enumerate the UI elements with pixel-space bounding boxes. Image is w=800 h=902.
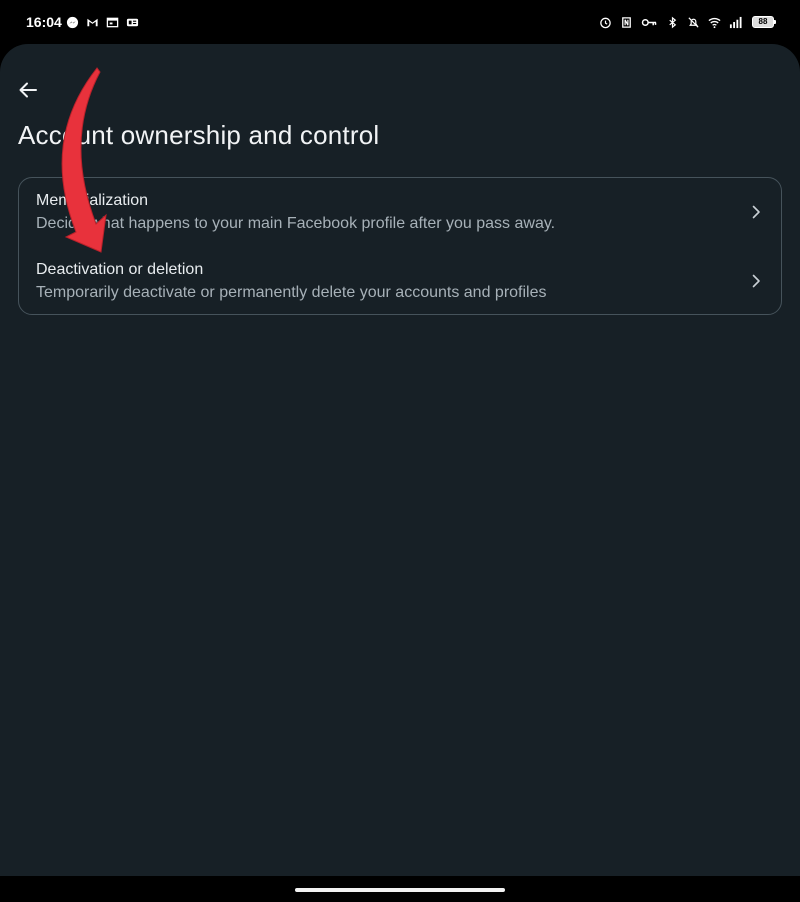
- status-notification-icons: [66, 16, 139, 29]
- back-button[interactable]: [14, 76, 42, 104]
- chevron-right-icon: [752, 274, 760, 288]
- key-icon: [641, 18, 657, 27]
- calendar-icon: [106, 17, 119, 28]
- settings-card: Memorialization Decide what happens to y…: [18, 177, 782, 315]
- settings-item-description: Temporarily deactivate or permanently de…: [36, 284, 547, 301]
- signal-icon: [729, 16, 742, 29]
- alarm-icon: [600, 17, 611, 29]
- status-bar: 16:04 88: [0, 0, 800, 44]
- page-title: Account ownership and control: [18, 120, 380, 150]
- settings-item-title: Memorialization: [36, 192, 149, 209]
- battery-indicator: 88: [752, 16, 776, 28]
- chevron-right-icon: [752, 205, 760, 219]
- status-system-icons: [599, 16, 742, 29]
- settings-item-description: Decide what happens to your main Faceboo…: [36, 215, 556, 232]
- settings-item-title: Deactivation or deletion: [36, 261, 204, 278]
- navigation-bar: [0, 876, 800, 902]
- home-indicator[interactable]: [295, 888, 505, 892]
- back-arrow-icon: [19, 82, 37, 98]
- wifi-icon: [708, 17, 721, 29]
- status-time: 16:04: [26, 14, 62, 30]
- nfc-icon: [622, 17, 631, 28]
- settings-item-deactivation-deletion[interactable]: Deactivation or deletion Temporarily dea…: [19, 246, 781, 314]
- messenger-icon: [66, 16, 79, 29]
- mute-icon: [688, 17, 699, 28]
- app-screen: Account ownership and control Memorializ…: [0, 44, 800, 876]
- bluetooth-icon: [669, 16, 677, 29]
- news-icon: [126, 18, 139, 27]
- settings-item-memorialization[interactable]: Memorialization Decide what happens to y…: [19, 178, 781, 246]
- gmail-icon: [87, 18, 98, 27]
